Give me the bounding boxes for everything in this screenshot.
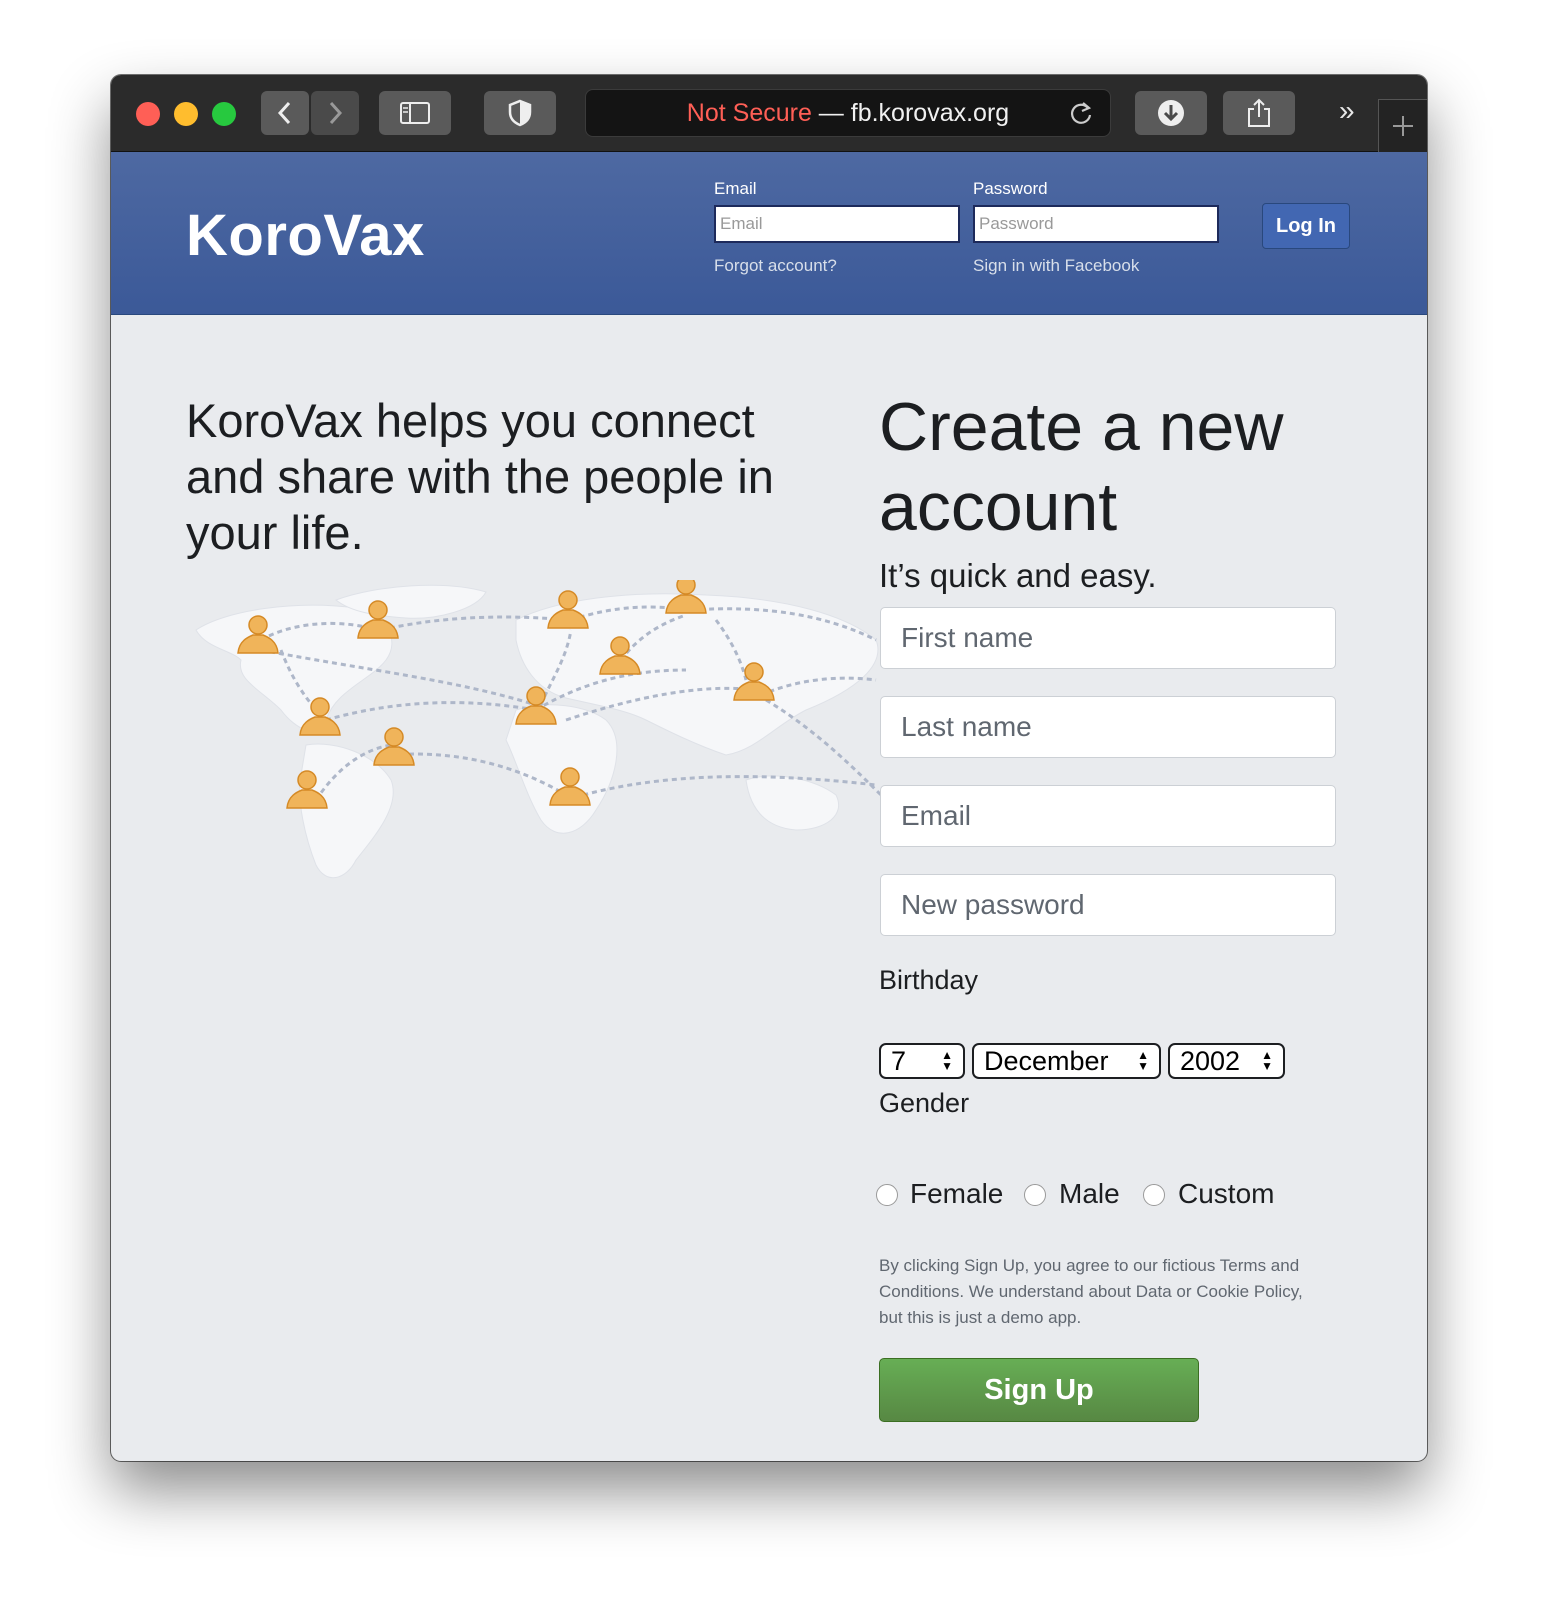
facebook-signin-link[interactable]: Sign in with Facebook [973,256,1139,276]
terms-text: By clicking Sign Up, you agree to our fi… [879,1256,1303,1327]
share-button[interactable] [1223,91,1295,135]
zoom-window-button[interactable] [212,102,236,126]
sign-up-button[interactable]: Sign Up [879,1358,1199,1422]
sidebar-icon [400,102,430,124]
birthday-year-value: 2002 [1180,1045,1241,1076]
gender-label: Gender [879,1088,970,1118]
url-host: fb.korovax.org [850,98,1010,127]
birthday-day-value: 7 [891,1045,907,1076]
sidebar-button[interactable] [379,91,451,135]
email-label: Email [714,179,757,198]
signup-title: Create a new account [879,389,1284,545]
gender-male-label[interactable]: Male [1059,1178,1120,1210]
select-arrows-icon: ▲ ▼ [941,1048,953,1073]
close-window-button[interactable] [136,102,160,126]
new-tab-button[interactable] [1378,99,1427,152]
reload-icon[interactable] [1068,100,1094,126]
birthday-year-select[interactable]: 2002 ▲ ▼ [1168,1043,1285,1079]
password-label: Password [973,179,1048,198]
plus-icon [1393,116,1413,136]
not-secure-label: Not Secure [686,98,812,127]
birthday-label: Birthday [879,965,979,995]
site-logo[interactable]: KoroVax [186,202,425,269]
signup-subtitle: It’s quick and easy. [879,557,1157,594]
forgot-account-link[interactable]: Forgot account? [714,256,837,276]
birthday-month-value: December [984,1045,1109,1076]
signup-email-input[interactable] [880,785,1336,847]
select-arrows-icon: ▲ ▼ [1261,1048,1273,1073]
login-password-input[interactable] [973,205,1219,243]
gender-female-label[interactable]: Female [910,1178,1003,1210]
login-button[interactable]: Log In [1262,203,1350,249]
gender-male-radio[interactable] [1024,1184,1046,1206]
chevron-left-icon [277,101,291,125]
url-separator: — [811,98,851,127]
browser-toolbar: Not Secure — fb.korovax.org » [111,75,1427,152]
minimize-window-button[interactable] [174,102,198,126]
download-icon [1158,100,1184,126]
site-header: KoroVax Email Password Log In Forgot acc… [111,152,1427,315]
share-icon [1248,98,1270,127]
back-button[interactable] [261,91,309,135]
address-bar[interactable]: Not Secure — fb.korovax.org [585,89,1111,137]
login-email-input[interactable] [714,205,960,243]
chevron-right-icon [329,101,343,125]
first-name-input[interactable] [880,607,1336,669]
privacy-shield-button[interactable] [484,91,556,135]
forward-button[interactable] [311,91,359,135]
shield-icon [508,99,532,127]
gender-custom-label[interactable]: Custom [1178,1178,1274,1210]
downloads-button[interactable] [1135,91,1207,135]
gender-female-radio[interactable] [876,1184,898,1206]
last-name-input[interactable] [880,696,1336,758]
tagline: KoroVax helps you connect and share with… [186,394,774,559]
birthday-month-select[interactable]: December ▲ ▼ [972,1043,1161,1079]
gender-custom-radio[interactable] [1143,1184,1165,1206]
select-arrows-icon: ▲ ▼ [1137,1048,1149,1073]
new-password-input[interactable] [880,874,1336,936]
birthday-day-select[interactable]: 7 ▲ ▼ [879,1043,965,1079]
more-chevrons-icon[interactable]: » [1339,95,1355,127]
browser-window: Not Secure — fb.korovax.org » KoroVax Em… [111,75,1427,1461]
world-network-map-icon [195,580,886,879]
